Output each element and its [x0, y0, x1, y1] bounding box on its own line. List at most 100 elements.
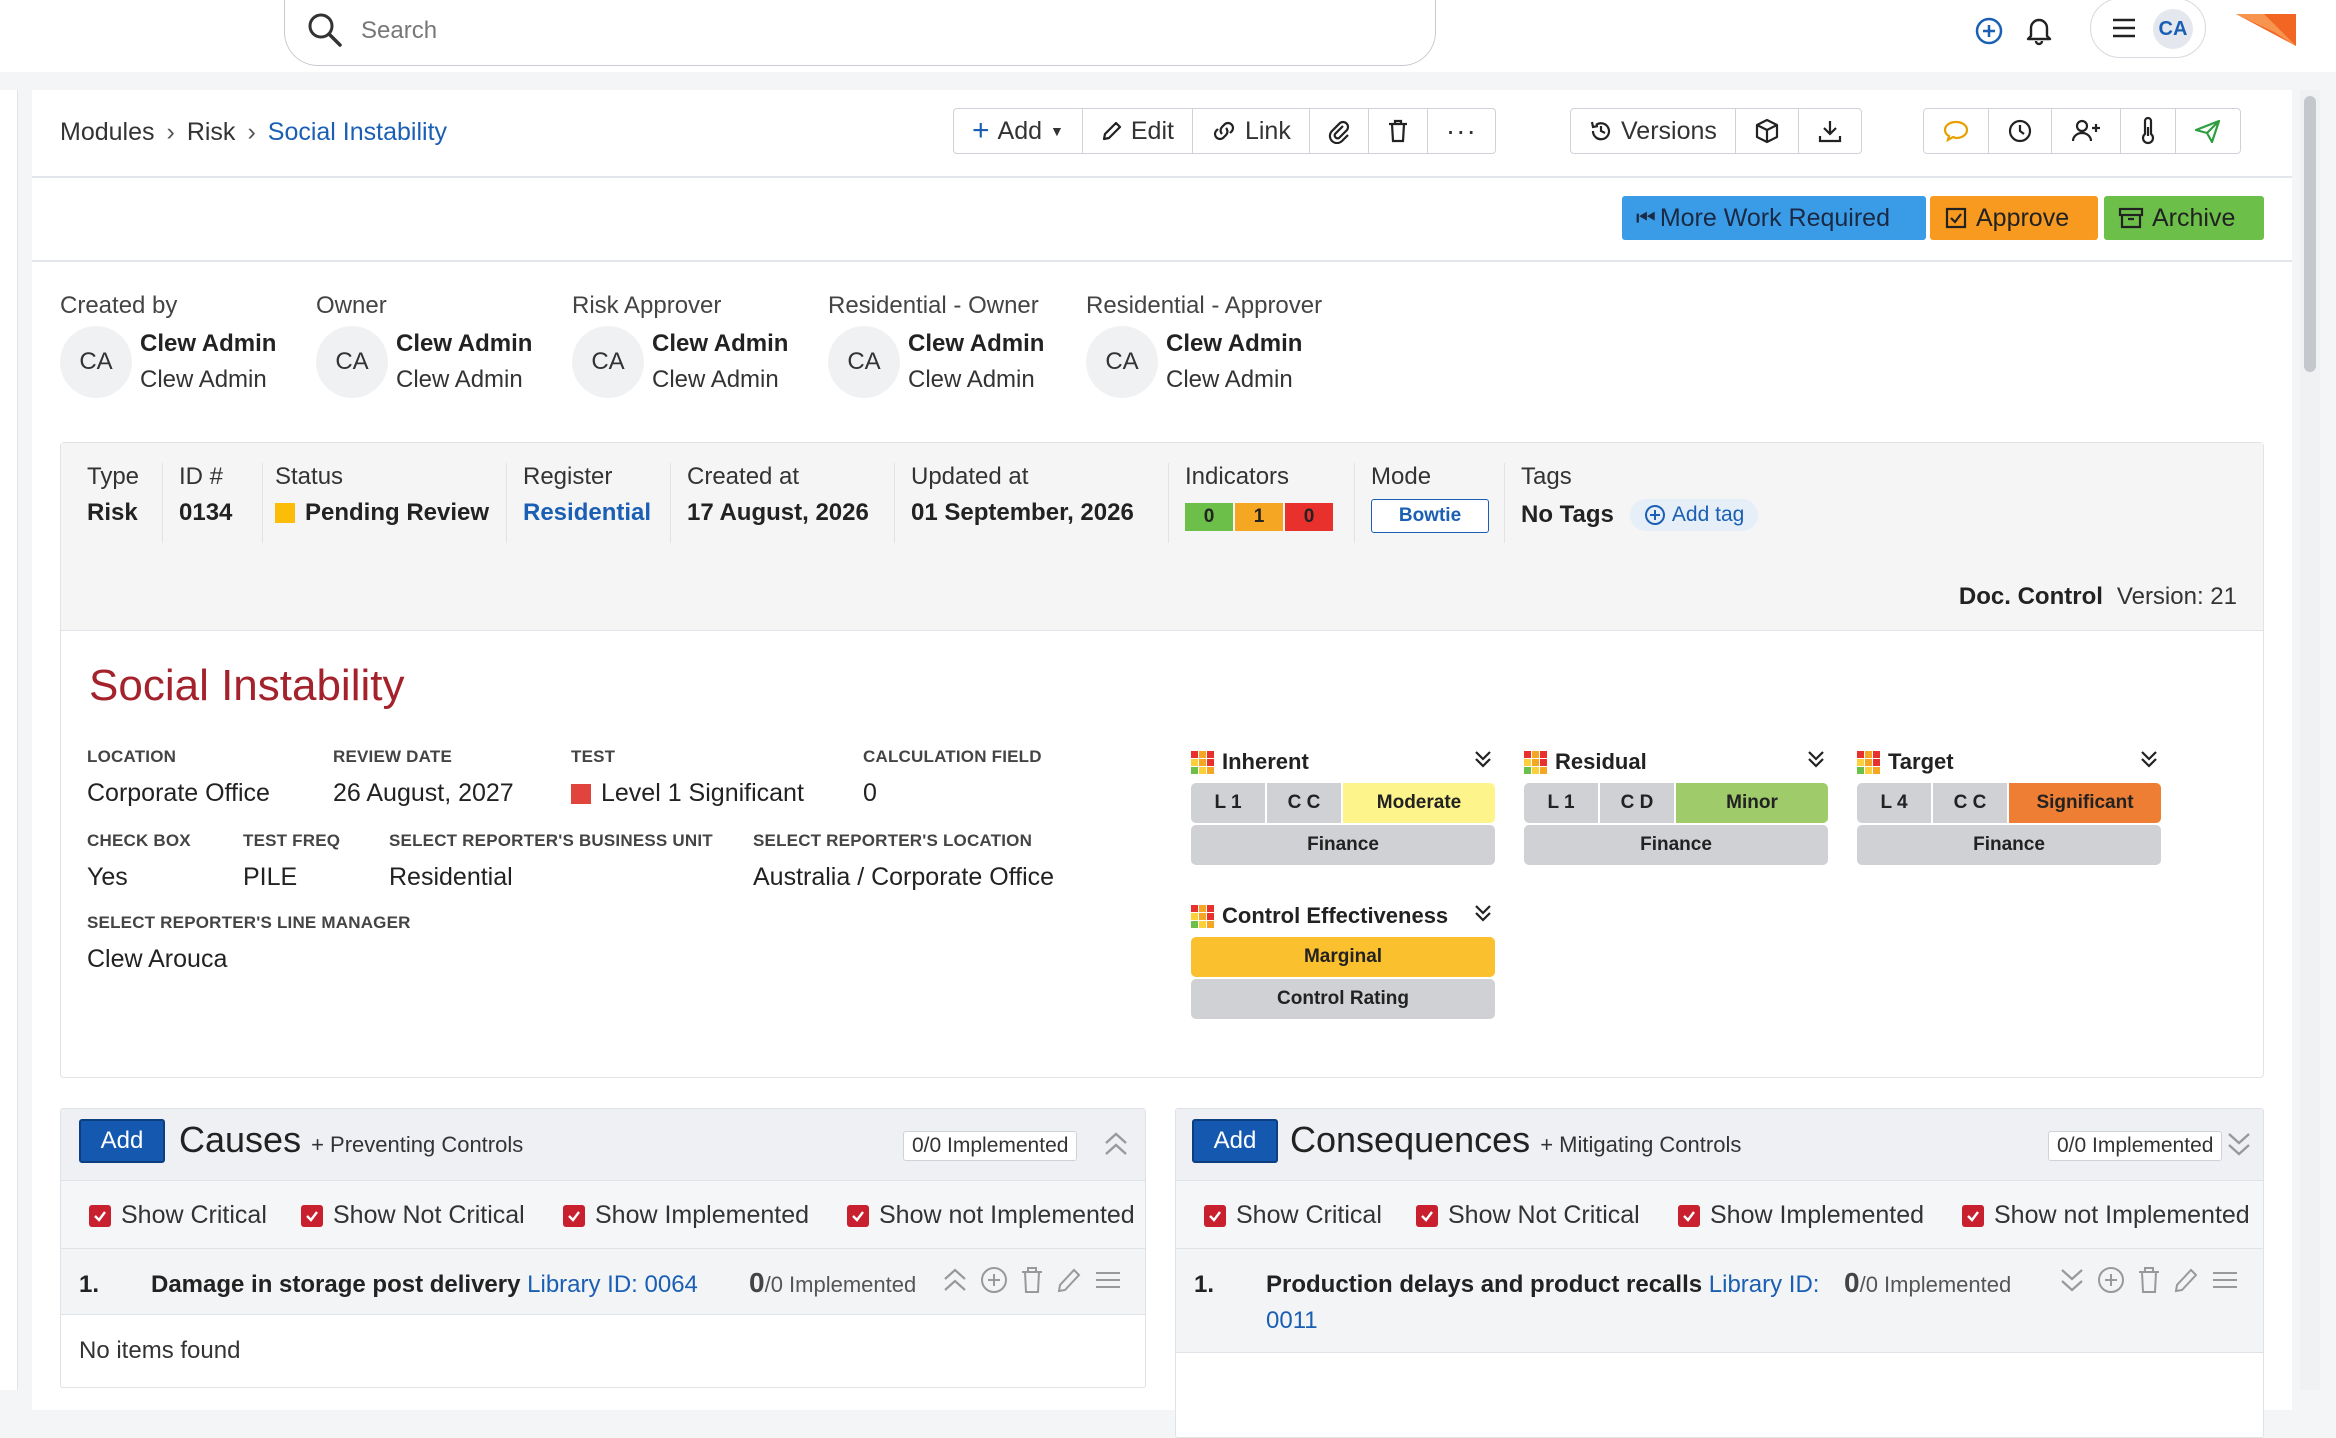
pencil-icon[interactable] [2172, 1265, 2200, 1295]
created-label: Created at [687, 463, 800, 490]
versions-toolbar: Versions [1570, 108, 1862, 154]
updated-value: 01 September, 2026 [911, 499, 1134, 526]
person-name[interactable]: Clew Admin [140, 330, 276, 358]
library-id-link[interactable]: 0011 [1266, 1307, 1318, 1334]
add-consequence-button[interactable]: Add [1192, 1119, 1278, 1163]
chevrons-down-icon[interactable] [1471, 747, 1495, 771]
panel-title: Causes [179, 1119, 302, 1160]
add-button[interactable]: + Add ▼ [954, 109, 1083, 153]
trash-icon[interactable] [2136, 1265, 2162, 1295]
user-menu[interactable]: CA [2090, 0, 2206, 58]
target-rating: Target L 4C C Significant Finance [1857, 747, 2161, 865]
person-residential-approver: Residential - Approver CA Clew Admin Cle… [1086, 292, 1322, 398]
drag-handle-icon[interactable] [1093, 1265, 1123, 1295]
archive-label: Archive [2152, 203, 2236, 232]
delete-button[interactable] [1369, 109, 1428, 153]
rating-title: Target [1888, 749, 1954, 774]
breadcrumb-modules[interactable]: Modules [60, 118, 155, 146]
add-circle-icon[interactable] [2096, 1265, 2126, 1295]
id-value: 0134 [179, 499, 233, 526]
versions-label: Versions [1621, 116, 1717, 145]
rating-title: Control Effectiveness [1222, 903, 1449, 928]
box-icon [1755, 118, 1778, 144]
person-name[interactable]: Clew Admin [1166, 330, 1302, 358]
person-name[interactable]: Clew Admin [652, 330, 788, 358]
status-value: Pending Review [305, 499, 490, 526]
field-value: 0 [863, 779, 877, 807]
add-tag-button[interactable]: Add tag [1629, 499, 1759, 531]
checkbox-label: Show Not Critical [1448, 1201, 1640, 1229]
more-work-required-button[interactable]: ⏮ More Work Required [1622, 196, 1926, 240]
field-value: PILE [243, 863, 298, 891]
scrollbar-thumb[interactable] [2304, 96, 2316, 372]
edit-button[interactable]: Edit [1083, 109, 1193, 153]
add-cause-button[interactable]: Add [79, 1119, 165, 1163]
chevrons-down-icon[interactable] [2137, 747, 2161, 771]
more-button[interactable]: ··· [1428, 109, 1495, 153]
show-critical-checkbox[interactable]: Show Critical [1204, 1201, 1382, 1230]
chevrons-down-icon[interactable] [2058, 1265, 2086, 1295]
show-implemented-checkbox[interactable]: Show Implemented [563, 1201, 809, 1230]
rating-category: Finance [1191, 825, 1495, 865]
consequence-name: Production delays and product recalls [1266, 1271, 1703, 1298]
top-bar: CA [0, 0, 2336, 72]
add-user-button[interactable] [2052, 109, 2121, 153]
chevrons-down-icon[interactable] [1804, 747, 1828, 771]
add-circle-icon[interactable] [979, 1265, 1009, 1295]
implemented-badge: 0/0 Implemented [2048, 1131, 2223, 1161]
reminder-button[interactable] [1989, 109, 2052, 153]
causes-title: Causes + Preventing Controls [179, 1119, 523, 1161]
id-label: ID # [179, 463, 224, 490]
link-label: Link [1244, 116, 1291, 145]
person-name[interactable]: Clew Admin [908, 330, 1044, 358]
trash-icon[interactable] [1019, 1265, 1045, 1295]
temperature-button[interactable] [2121, 109, 2176, 153]
checkbox-label: Show Implemented [595, 1201, 810, 1229]
consequence-row[interactable]: 1. Production delays and product recalls… [1176, 1249, 2263, 1353]
avatar: CA [828, 326, 900, 398]
add-user-icon [2071, 119, 2100, 142]
show-implemented-checkbox[interactable]: Show Implemented [1678, 1201, 1924, 1230]
show-not-implemented-checkbox[interactable]: Show not Implemented [1962, 1201, 2250, 1230]
package-button[interactable] [1736, 109, 1799, 153]
search-bar[interactable] [284, 0, 1436, 66]
attach-button[interactable] [1310, 109, 1369, 153]
add-circle-icon[interactable] [1974, 16, 2004, 46]
archive-button[interactable]: Archive [2104, 196, 2264, 240]
chevrons-down-icon[interactable] [1471, 901, 1495, 925]
library-id-link[interactable]: Library ID: [1709, 1271, 1820, 1298]
register-link[interactable]: Residential [523, 499, 656, 527]
divider [32, 176, 2292, 178]
check-square-icon [1945, 207, 1967, 229]
type-value: Risk [87, 499, 138, 526]
search-input[interactable] [361, 12, 1361, 50]
person-name[interactable]: Clew Admin [396, 330, 532, 358]
main-content: Modules › Risk › Social Instability + Add ▼ Ed… [32, 90, 2292, 1438]
library-id-link[interactable]: Library ID: 0064 [527, 1271, 698, 1298]
more-work-label: More Work Required [1659, 203, 1890, 232]
id-field: ID # 0134 [179, 463, 263, 543]
status-label: Status [275, 463, 344, 490]
level-cell: Minor [1676, 783, 1828, 823]
checkbox-checked-icon [301, 1204, 323, 1227]
bell-icon[interactable] [2024, 14, 2054, 46]
comments-button[interactable] [1924, 109, 1989, 153]
approve-button[interactable]: Approve [1930, 196, 2098, 240]
cause-row[interactable]: 1. Damage in storage post delivery Libra… [61, 1249, 1145, 1315]
drag-handle-icon[interactable] [2210, 1265, 2240, 1295]
show-not-critical-checkbox[interactable]: Show Not Critical [301, 1201, 525, 1230]
chevrons-up-icon[interactable] [1101, 1129, 1131, 1159]
show-not-implemented-checkbox[interactable]: Show not Implemented [847, 1201, 1135, 1230]
versions-button[interactable]: Versions [1571, 109, 1736, 153]
show-critical-checkbox[interactable]: Show Critical [89, 1201, 267, 1230]
consequences-panel: Add Consequences + Mitigating Controls 0… [1175, 1108, 2264, 1438]
chevrons-up-icon[interactable] [941, 1265, 969, 1295]
pencil-icon[interactable] [1055, 1265, 1083, 1295]
checkbox-label: Show Not Critical [333, 1201, 525, 1229]
chevrons-down-icon[interactable] [2224, 1129, 2254, 1159]
download-button[interactable] [1799, 109, 1861, 153]
show-not-critical-checkbox[interactable]: Show Not Critical [1416, 1201, 1640, 1230]
breadcrumb-risk[interactable]: Risk [187, 118, 236, 146]
link-button[interactable]: Link [1193, 109, 1310, 153]
send-button[interactable] [2176, 109, 2240, 153]
